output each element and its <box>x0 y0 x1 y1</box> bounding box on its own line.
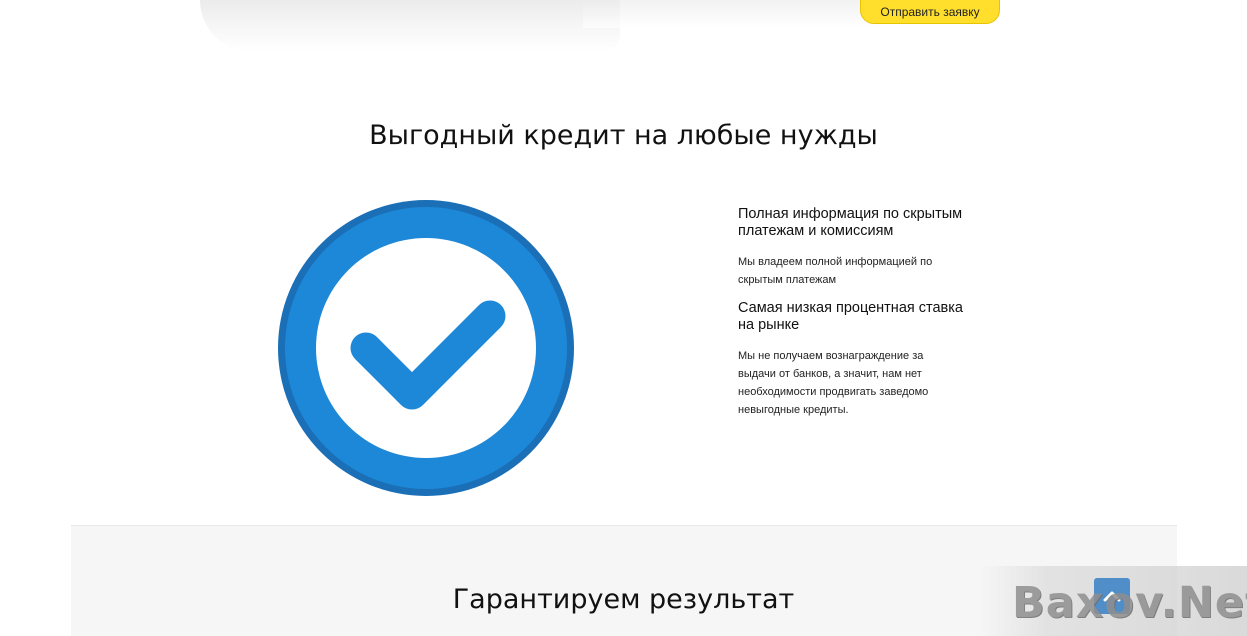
submit-request-button[interactable]: Отправить заявку <box>860 0 1000 24</box>
features-list: Полная информация по скрытым платежам и … <box>738 206 978 430</box>
feature-item: Полная информация по скрытым платежам и … <box>738 206 978 289</box>
feature-text: Мы не получаем вознаграждение за выдачи … <box>738 350 929 416</box>
feature-title: Полная информация по скрытым платежам и … <box>738 206 963 239</box>
feature-item: Самая низкая процентная ставка на рынке … <box>738 300 978 419</box>
feature-text: Мы владеем полной информацией по скрытым… <box>738 256 933 286</box>
watermark: Baxov.Net <box>1012 578 1247 628</box>
check-circle-icon <box>278 200 574 496</box>
page: Отправить заявку Выгодный кредит на любы… <box>0 0 1247 636</box>
hero-image-fade <box>200 0 620 52</box>
section-title: Выгодный кредит на любые нужды <box>369 120 878 151</box>
feature-title: Самая низкая процентная ставка на рынке <box>738 300 963 333</box>
hero-image-fade <box>583 0 883 28</box>
